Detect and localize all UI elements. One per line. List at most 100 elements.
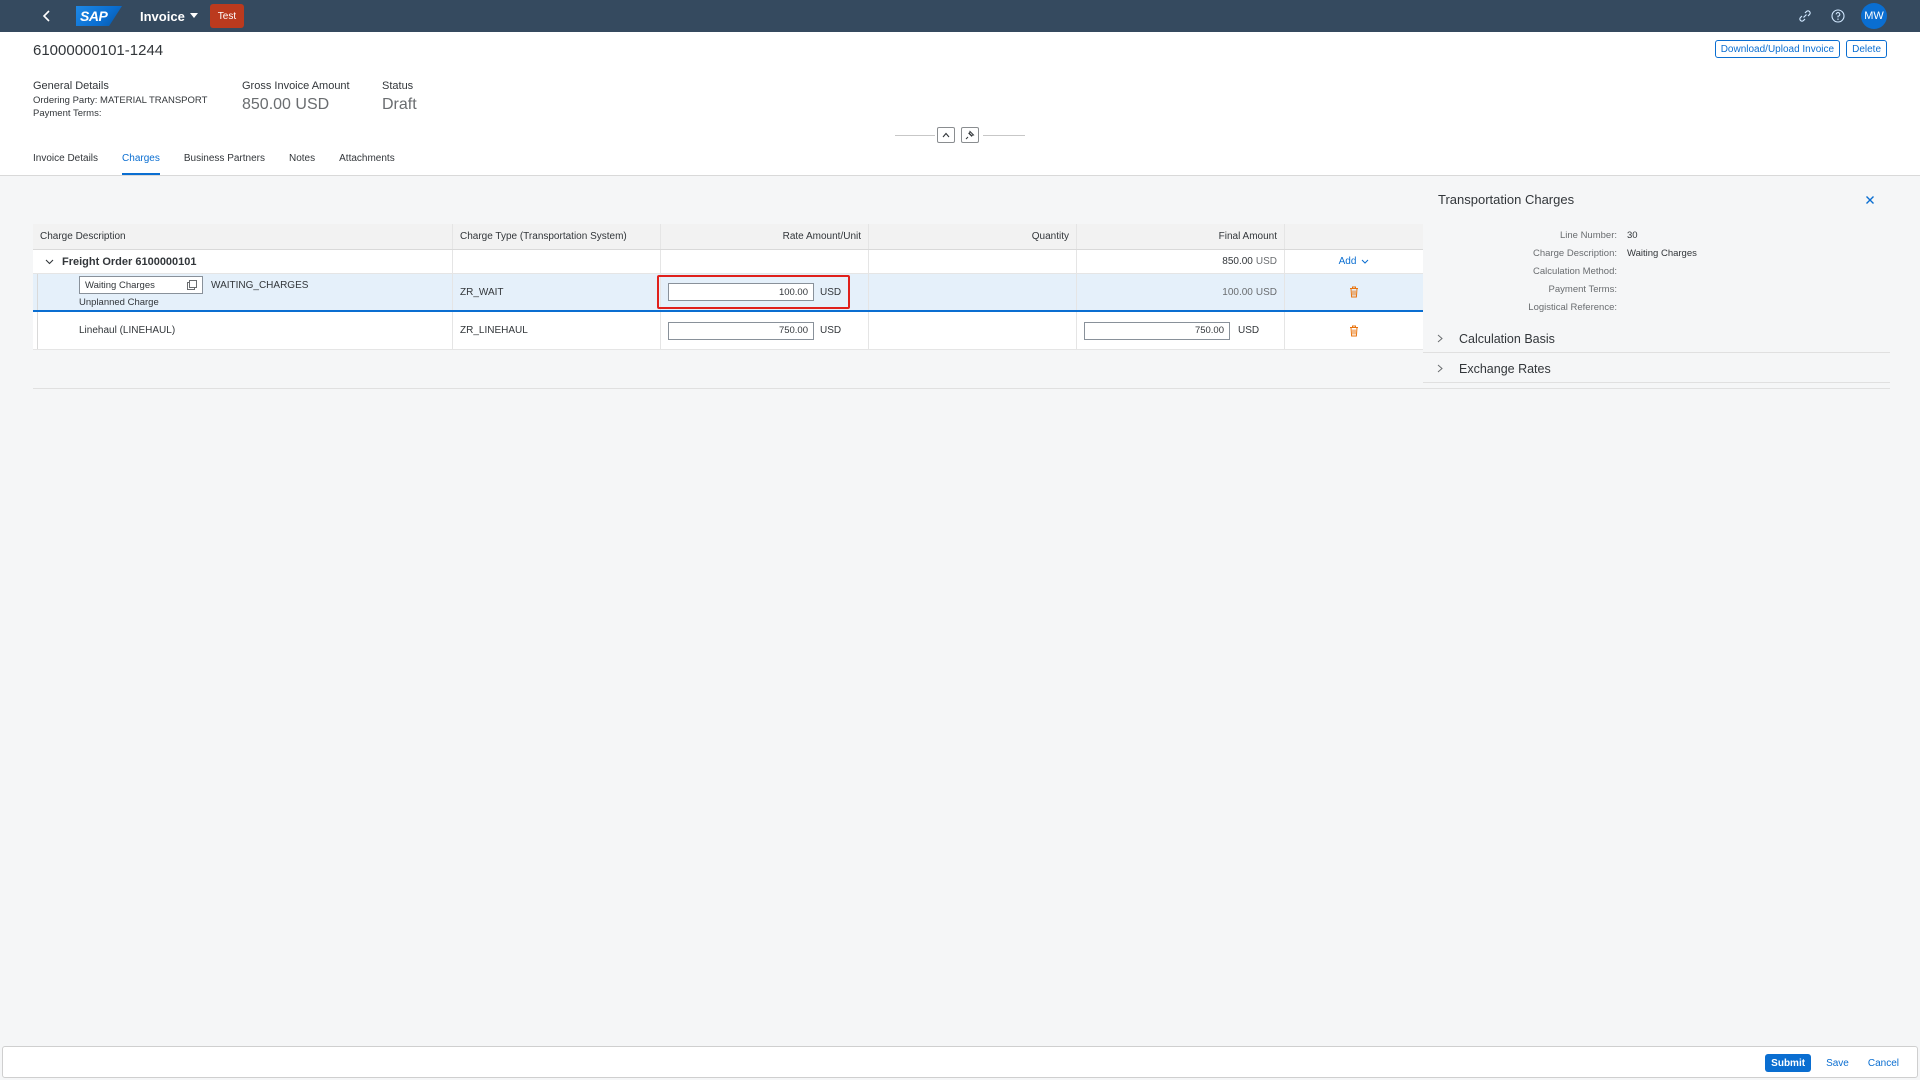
charge-description-cell: Waiting Charges WAITING_CHARGES Unplanne… [33,274,453,310]
charge-description-input-value: Waiting Charges [85,279,155,291]
ordering-party: Ordering Party: MATERIAL TRANSPORT [33,95,208,106]
tab-business-partners[interactable]: Business Partners [184,149,265,175]
chevron-down-icon[interactable] [44,259,54,265]
help-icon[interactable] [1828,6,1848,26]
charge-type-cell: ZR_LINEHAUL [453,312,661,349]
gross-amount-label: Gross Invoice Amount [242,80,350,92]
divider [983,135,1025,136]
group-final-unit: USD [1255,256,1277,267]
general-details-label: General Details [33,80,109,92]
download-upload-invoice-button[interactable]: Download/Upload Invoice [1714,40,1841,58]
table-group-row[interactable]: Freight Order 6100000101 850.00 USD Add [33,250,1423,274]
section-calculation-basis[interactable]: Calculation Basis [1423,325,1890,353]
field-logistical-reference: Logistical Reference: [1423,302,1890,313]
column-header-charge-type: Charge Type (Transportation System) [453,224,661,249]
rate-amount-cell: 100.00 USD [657,274,869,310]
column-header-charge-description: Charge Description [33,224,453,249]
charge-code: WAITING_CHARGES [211,279,309,291]
charge-type-cell: ZR_WAIT [453,274,661,310]
charge-description: Linehaul (LINEHAUL) [79,325,176,336]
submit-button[interactable]: Submit [1765,1054,1812,1072]
panel-title: Transportation Charges [1438,192,1575,207]
sap-logo[interactable]: SAP [76,6,122,26]
delete-button[interactable]: Delete [1846,40,1887,58]
column-header-rate-amount: Rate Amount/Unit [661,224,869,249]
chevron-right-icon [1437,330,1447,348]
group-final-amount-cell: 850.00 USD [1077,250,1285,273]
charge-description-input[interactable]: Waiting Charges [79,276,203,294]
final-unit: USD [1238,325,1260,336]
close-icon[interactable] [1862,192,1878,208]
group-charge-type-cell [453,250,661,273]
final-amount-cell: 100.00 USD [1077,274,1285,310]
section-label: Calculation Basis [1459,331,1555,346]
group-actions-cell: Add [1285,250,1423,273]
group-quantity-cell [869,250,1077,273]
field-label: Line Number: [1559,230,1617,241]
final-unit: USD [1255,286,1277,298]
app-title-menu[interactable]: Invoice [140,9,198,24]
column-header-actions [1285,224,1423,249]
field-label: Calculation Method: [1533,266,1617,277]
collapse-header-icon[interactable] [937,127,955,143]
object-header: 61000000101-1244 Download/Upload Invoice… [0,32,1920,176]
app-title: Invoice [140,8,185,24]
field-label: Logistical Reference: [1528,302,1617,313]
quantity-cell [869,312,1077,349]
divider [895,135,935,136]
table-header-row: Charge Description Charge Type (Transpor… [33,224,1423,250]
header-collapse-bar [895,126,1025,144]
charge-description-cell: Linehaul (LINEHAUL) [33,312,453,349]
final-amount-input[interactable]: 750.00 [1084,321,1230,340]
gross-amount-value: 850.00 USD [242,96,330,113]
chevron-down-icon [189,13,198,18]
add-label: Add [1338,256,1357,267]
pin-header-icon[interactable] [961,127,979,143]
avatar[interactable]: MW [1861,3,1887,29]
group-title: Freight Order 6100000101 [62,255,197,268]
transportation-charges-panel: Transportation Charges Line Number: 30 C… [1423,178,1890,388]
save-button[interactable]: Save [1822,1054,1853,1072]
link-icon[interactable] [1795,6,1815,26]
section-label: Exchange Rates [1459,361,1551,376]
chevron-right-icon [1437,360,1447,378]
row-actions-cell [1285,312,1423,349]
charges-table: Charge Description Charge Type (Transpor… [33,224,1423,350]
gross-invoice-amount: Gross Invoice Amount 850.00 USD [242,80,350,114]
column-header-quantity: Quantity [869,224,1077,249]
rate-amount-input[interactable]: 100.00 [668,283,814,301]
value-help-icon[interactable] [187,280,197,290]
cancel-button[interactable]: Cancel [1864,1054,1903,1072]
environment-badge: Test [209,4,245,28]
status: Status Draft [382,80,417,114]
payment-terms: Payment Terms: [33,108,102,119]
field-value: Waiting Charges [1627,248,1697,259]
quantity-cell [869,274,1077,310]
field-label: Charge Description: [1533,248,1617,259]
rate-amount-cell: 750.00 USD [661,312,869,349]
add-charge-button[interactable]: Add [1339,256,1370,267]
status-label: Status [382,80,414,92]
tab-invoice-details[interactable]: Invoice Details [33,149,98,175]
field-payment-terms: Payment Terms: [1423,284,1890,295]
tab-notes[interactable]: Notes [289,149,315,175]
group-rate-cell [661,250,869,273]
tab-attachments[interactable]: Attachments [339,149,395,175]
table-row[interactable]: Waiting Charges WAITING_CHARGES Unplanne… [33,274,1423,312]
back-icon[interactable] [38,7,56,25]
final-amount: 100.00 [1222,286,1253,298]
section-exchange-rates[interactable]: Exchange Rates [1423,355,1890,383]
delete-icon[interactable] [1349,325,1359,337]
field-label: Payment Terms: [1548,284,1617,295]
table-row[interactable]: Linehaul (LINEHAUL) ZR_LINEHAUL 750.00 U… [33,312,1423,350]
rate-unit: USD [820,286,842,298]
content-divider [33,388,1890,389]
group-final-amount: 850.00 [1222,256,1253,267]
footer-toolbar: Submit Save Cancel [2,1046,1918,1078]
final-amount-cell: 750.00 USD [1077,312,1285,349]
delete-icon[interactable] [1349,286,1359,298]
general-details: General Details Ordering Party: MATERIAL… [33,80,207,119]
rate-amount-input[interactable]: 750.00 [668,321,814,340]
tab-charges[interactable]: Charges [122,149,160,175]
page-title: 61000000101-1244 [33,42,164,59]
